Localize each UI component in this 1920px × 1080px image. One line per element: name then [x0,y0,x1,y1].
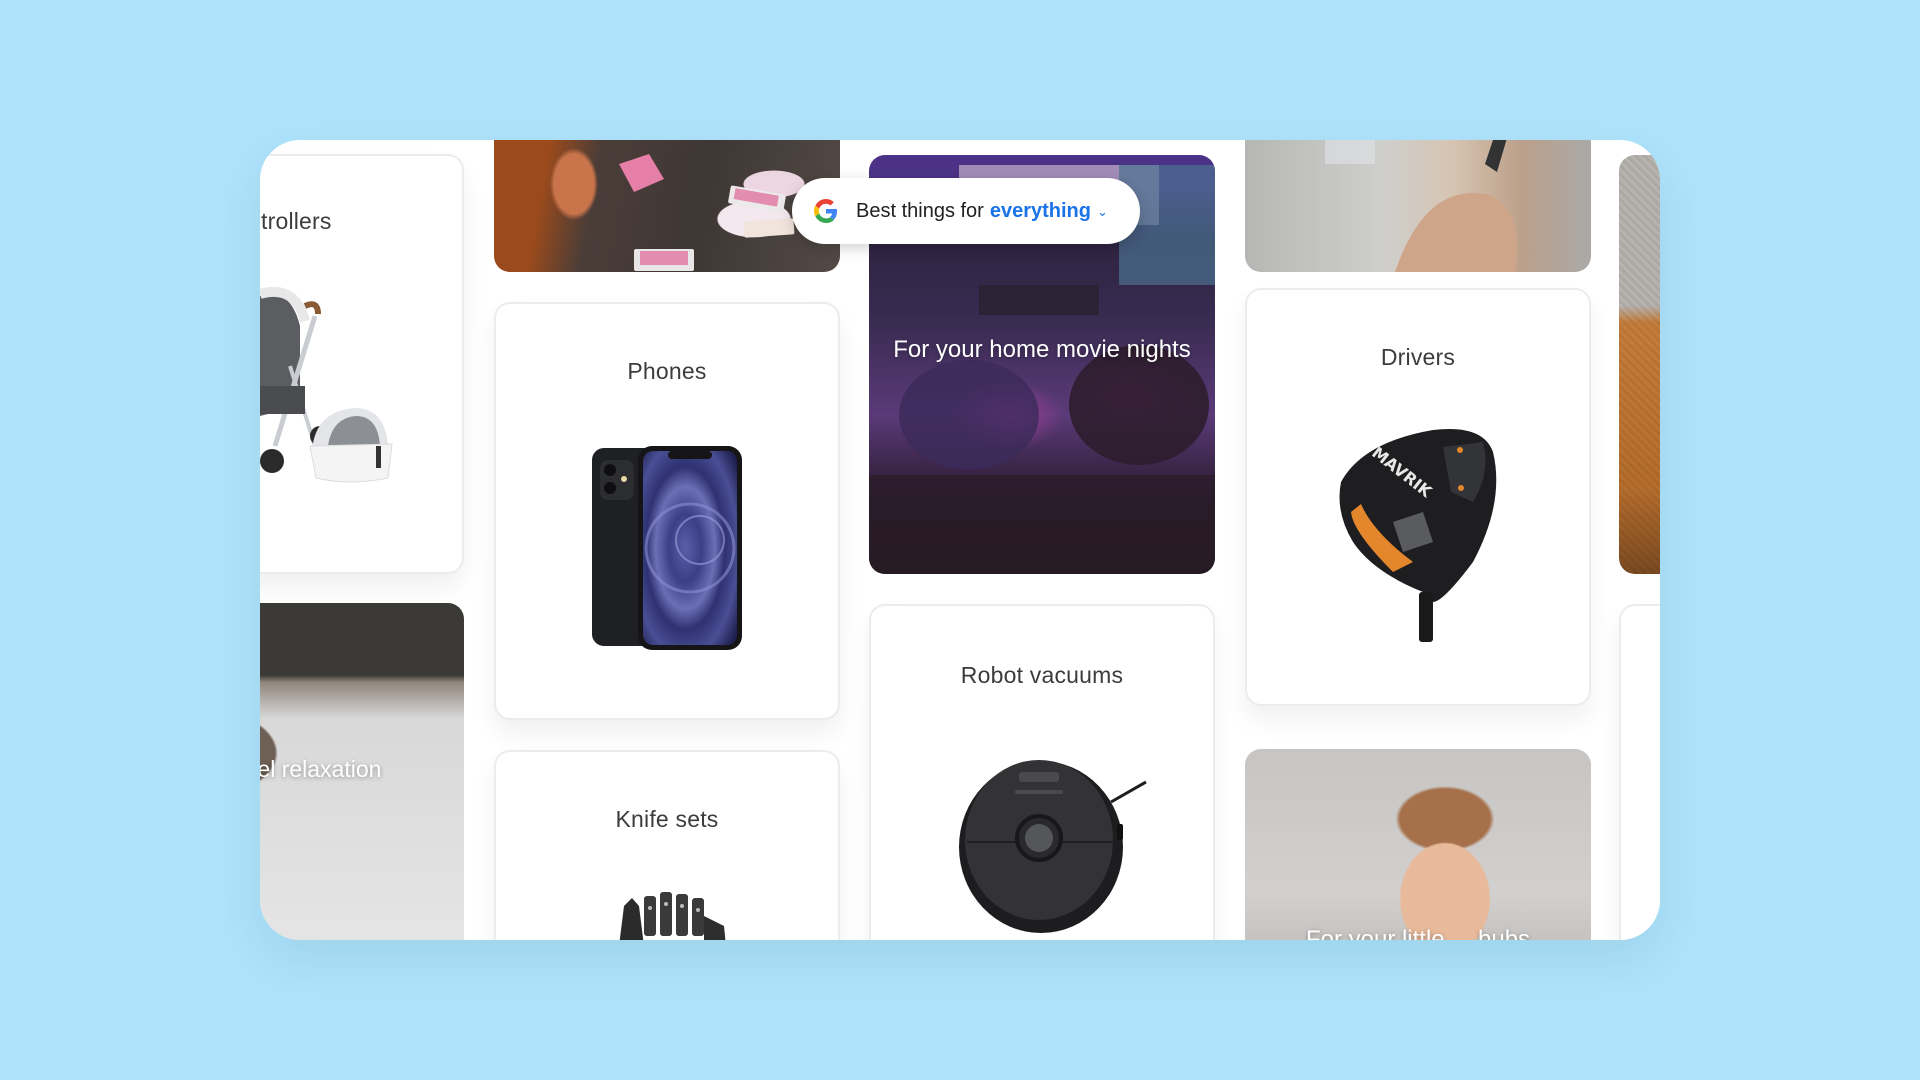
playing-cards-image [619,154,795,271]
category-card-knife-sets[interactable]: Knife sets [494,750,840,940]
card-caption: For your home movie nights [893,336,1191,363]
hands-photo-image [1325,140,1517,272]
golf-driver-image: MAVRIK [1339,428,1497,642]
smartphone-image [592,446,742,650]
category-card-robot-vacuums[interactable]: Robot vacuums [869,604,1215,940]
photo-card-card-game[interactable] [494,140,840,272]
photo-card-relaxation[interactable]: level relaxation [260,603,464,940]
knife-set-image [619,892,726,940]
photo-card-hands[interactable] [1245,140,1591,272]
category-card-partial[interactable] [1619,604,1660,940]
robot-vacuum-image [959,760,1147,933]
card-title: trollers [261,208,332,234]
selector-prefix: Best things for [856,199,984,222]
card-title: Robot vacuums [960,662,1124,688]
photo-card-little-ones[interactable]: For your little ... bubs [1245,749,1591,940]
card-caption: For your little ... bubs [1305,926,1531,940]
showcase-frame: trollers level relaxation [260,140,1660,940]
google-g-icon [814,199,838,223]
category-card-strollers[interactable]: trollers [260,154,464,574]
photo-card-sweater[interactable] [1619,155,1660,574]
card-title: Drivers [1380,344,1456,370]
card-title: Knife sets [615,806,719,832]
card-title: Phones [627,358,707,384]
card-caption: level relaxation [260,756,382,782]
selector-value[interactable]: everything [990,200,1091,223]
best-things-selector[interactable]: Best things for everything ⌄ [792,178,1140,244]
category-card-phones[interactable]: Phones [494,302,840,720]
stroller-image [260,286,393,483]
chevron-down-icon[interactable]: ⌄ [1097,204,1108,220]
category-card-drivers[interactable]: Drivers MAVRIK [1245,288,1591,706]
